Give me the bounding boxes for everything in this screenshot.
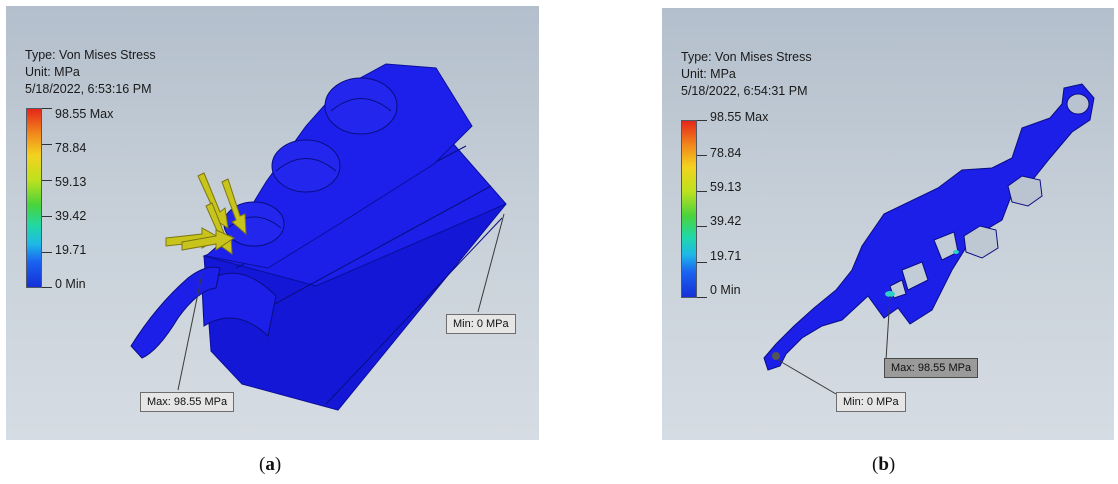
viewport-panel-b[interactable]: Type: Von Mises Stress Unit: MPa 5/18/20… (662, 8, 1114, 440)
scale-tick (42, 108, 52, 109)
model-b-hole (1066, 93, 1090, 115)
scale-tick (42, 216, 52, 217)
scale-label: 78.84 (55, 141, 87, 155)
scale-tick (697, 262, 707, 263)
model-a-lobe (324, 77, 398, 135)
scale-tick (697, 120, 707, 121)
scale-label-max: 98.55 Max (55, 107, 114, 121)
caption-letter: b (878, 454, 889, 475)
caption-b: (b) (872, 454, 896, 475)
probe-max-label[interactable]: Max: 98.55 MPa (884, 358, 979, 378)
scale-tick (697, 155, 707, 156)
scale-tick (42, 252, 52, 253)
probe-min-label[interactable]: Min: 0 MPa (836, 392, 906, 412)
scale-label: 39.42 (710, 214, 742, 228)
result-type: Type: Von Mises Stress (25, 48, 156, 62)
scale-label-max: 98.55 Max (710, 110, 769, 124)
viewport-panel-a[interactable]: Type: Von Mises Stress Unit: MPa 5/18/20… (6, 6, 539, 440)
scale-tick (697, 191, 707, 192)
probe-max-label[interactable]: Max: 98.55 MPa (140, 392, 235, 412)
probe-min-label[interactable]: Min: 0 MPa (446, 314, 516, 334)
scale-tick (42, 144, 52, 145)
scale-label: 59.13 (55, 175, 87, 189)
result-type: Type: Von Mises Stress (681, 50, 812, 64)
scale-label: 39.42 (55, 209, 87, 223)
color-scale-a: 98.55 Max 78.84 59.13 39.42 19.71 0 Min (26, 107, 113, 291)
scale-tick (697, 226, 707, 227)
caption-letter: a (265, 454, 275, 475)
color-scale-bar (681, 120, 697, 298)
scale-tick (697, 297, 707, 298)
result-timestamp: 5/18/2022, 6:53:16 PM (25, 82, 152, 96)
color-scale-b: 98.55 Max 78.84 59.13 39.42 19.71 0 Min (681, 110, 768, 298)
scale-label: 19.71 (55, 243, 87, 257)
scale-tick (42, 287, 52, 288)
scale-label: 59.13 (710, 180, 742, 194)
result-info-a: Type: Von Mises Stress Unit: MPa 5/18/20… (25, 47, 156, 98)
scale-tick (42, 180, 52, 181)
scale-label: 78.84 (710, 146, 742, 160)
color-scale-bar (26, 108, 42, 288)
model-b-pin (772, 352, 780, 360)
result-timestamp: 5/18/2022, 6:54:31 PM (681, 84, 808, 98)
result-info-b: Type: Von Mises Stress Unit: MPa 5/18/20… (681, 49, 812, 100)
scale-label-min: 0 Min (55, 277, 86, 291)
stress-hotspot (953, 250, 959, 254)
scale-label: 19.71 (710, 249, 742, 263)
model-b-body (763, 83, 1095, 371)
result-unit: Unit: MPa (25, 65, 80, 79)
scale-label-min: 0 Min (710, 283, 741, 297)
caption-a: (a) (259, 454, 282, 475)
probe-leader-min (777, 359, 837, 395)
result-unit: Unit: MPa (681, 67, 736, 81)
